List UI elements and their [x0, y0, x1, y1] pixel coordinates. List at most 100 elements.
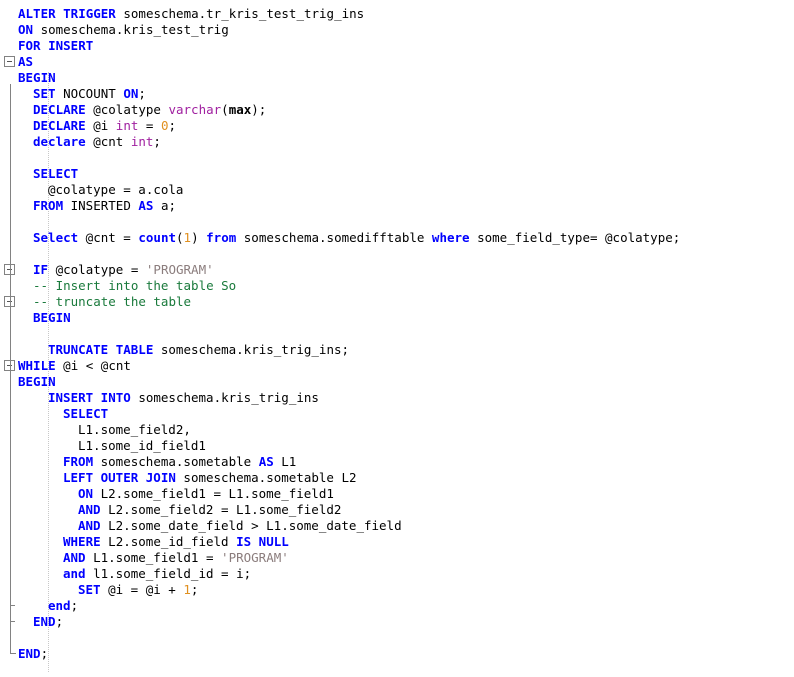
- code-line[interactable]: SELECT: [18, 406, 794, 422]
- code-line[interactable]: DECLARE @i int = 0;: [18, 118, 794, 134]
- code-line[interactable]: @colatype = a.cola: [18, 182, 794, 198]
- code-token-kw: AS: [18, 54, 34, 69]
- code-token-pln: someschema.tr_kris_test_trig_ins: [115, 6, 365, 21]
- code-token-str: 'PROGRAM': [145, 262, 214, 277]
- code-token-cmt: -- truncate the table: [33, 294, 192, 309]
- code-token-kw: ON: [123, 86, 139, 101]
- code-line[interactable]: [18, 214, 794, 230]
- code-token-pln: @colatype = a.cola: [48, 182, 184, 197]
- code-line[interactable]: SET @i = @i + 1;: [18, 582, 794, 598]
- code-token-kw: AS: [258, 454, 274, 469]
- code-line[interactable]: WHERE L2.some_id_field IS NULL: [18, 534, 794, 550]
- code-line[interactable]: -- Insert into the table So: [18, 278, 794, 294]
- code-token-kw: AND: [78, 518, 101, 533]
- code-token-pln: ;: [138, 86, 146, 101]
- code-line[interactable]: SET NOCOUNT ON;: [18, 86, 794, 102]
- code-line[interactable]: and l1.some_field_id = i;: [18, 566, 794, 582]
- code-line[interactable]: ALTER TRIGGER someschema.tr_kris_test_tr…: [18, 6, 794, 22]
- code-line[interactable]: L1.some_field2,: [18, 422, 794, 438]
- code-line[interactable]: SELECT: [18, 166, 794, 182]
- fold-margin[interactable]: [0, 0, 18, 671]
- code-line[interactable]: ON someschema.kris_test_trig: [18, 22, 794, 38]
- code-token-kw: AND: [78, 502, 101, 517]
- code-line[interactable]: BEGIN: [18, 310, 794, 326]
- code-token-pln: a;: [153, 198, 177, 213]
- code-token-pln: someschema.sometable L2: [175, 470, 357, 485]
- code-token-typ: varchar: [168, 102, 222, 117]
- code-token-kw: end: [48, 598, 71, 613]
- fold-collapse-icon[interactable]: [4, 56, 15, 67]
- code-token-pln: someschema.kris_trig_ins: [130, 390, 319, 405]
- code-line[interactable]: -- truncate the table: [18, 294, 794, 310]
- code-token-pln: L1: [273, 454, 297, 469]
- code-token-kw: END: [18, 646, 41, 661]
- code-token-kw: SELECT: [63, 406, 109, 421]
- code-line[interactable]: END;: [18, 646, 794, 662]
- code-line[interactable]: [18, 150, 794, 166]
- code-token-pln: ;: [153, 134, 161, 149]
- code-token-pln: @i: [85, 118, 116, 133]
- code-token-pln: ;: [190, 582, 199, 597]
- code-token-kw: from: [206, 230, 237, 245]
- code-line[interactable]: AS: [18, 54, 794, 70]
- code-token-kw: declare: [33, 134, 86, 149]
- code-token-pln: L1.some_field1 =: [85, 550, 222, 565]
- code-token-pln: someschema.kris_test_trig: [33, 22, 229, 37]
- code-token-pln: someschema.kris_trig_ins;: [153, 342, 350, 357]
- code-token-kw: LEFT OUTER JOIN: [63, 470, 176, 485]
- code-line[interactable]: BEGIN: [18, 374, 794, 390]
- code-token-pln: L2.some_field1 = L1.some_field1: [93, 486, 334, 501]
- code-line[interactable]: L1.some_id_field1: [18, 438, 794, 454]
- code-line[interactable]: AND L1.some_field1 = 'PROGRAM': [18, 550, 794, 566]
- code-token-kw: FROM: [33, 198, 64, 213]
- code-line[interactable]: Select @cnt = count(1) from someschema.s…: [18, 230, 794, 246]
- code-line[interactable]: WHILE @i < @cnt: [18, 358, 794, 374]
- sql-code-editor[interactable]: ALTER TRIGGER someschema.tr_kris_test_tr…: [0, 0, 794, 672]
- code-token-kw: BEGIN: [33, 310, 71, 325]
- code-token-pln: =: [138, 118, 161, 133]
- code-line[interactable]: DECLARE @colatype varchar(max);: [18, 102, 794, 118]
- code-line[interactable]: END;: [18, 614, 794, 630]
- code-token-cmt: -- Insert into the table So: [33, 278, 237, 293]
- code-line[interactable]: FROM INSERTED AS a;: [18, 198, 794, 214]
- code-token-pln: NOCOUNT: [55, 86, 124, 101]
- code-token-pln: @i < @cnt: [55, 358, 131, 373]
- code-token-kw: SET: [33, 86, 56, 101]
- code-token-pln: ;: [70, 598, 79, 613]
- code-line[interactable]: AND L2.some_date_field > L1.some_date_fi…: [18, 518, 794, 534]
- code-token-pln: ): [191, 230, 207, 245]
- code-line[interactable]: FOR INSERT: [18, 38, 794, 54]
- code-line[interactable]: [18, 326, 794, 342]
- code-token-typ: int: [130, 134, 154, 149]
- code-line[interactable]: LEFT OUTER JOIN someschema.sometable L2: [18, 470, 794, 486]
- code-token-kw: INSERT INTO: [48, 390, 131, 405]
- code-line[interactable]: ON L2.some_field1 = L1.some_field1: [18, 486, 794, 502]
- code-line[interactable]: FROM someschema.sometable AS L1: [18, 454, 794, 470]
- code-token-pln: INSERTED: [63, 198, 139, 213]
- code-line[interactable]: declare @cnt int;: [18, 134, 794, 150]
- code-line[interactable]: IF @colatype = 'PROGRAM': [18, 262, 794, 278]
- code-token-pln: @colatype: [85, 102, 169, 117]
- code-line[interactable]: [18, 246, 794, 262]
- code-token-kw: FROM: [63, 454, 94, 469]
- code-area[interactable]: ALTER TRIGGER someschema.tr_kris_test_tr…: [18, 0, 794, 677]
- code-line[interactable]: end;: [18, 598, 794, 614]
- code-line[interactable]: BEGIN: [18, 70, 794, 86]
- fold-spine: [10, 84, 11, 654]
- code-line[interactable]: AND L2.some_field2 = L1.some_field2: [18, 502, 794, 518]
- code-token-pln: (: [176, 230, 184, 245]
- code-token-pln: l1.some_field_id = i;: [85, 566, 252, 581]
- code-token-kw: DECLARE: [33, 102, 86, 117]
- code-token-pln: L2.some_field2 = L1.some_field2: [100, 502, 342, 517]
- code-token-num: 1: [183, 230, 192, 245]
- code-token-pln: @cnt: [85, 134, 131, 149]
- code-line[interactable]: TRUNCATE TABLE someschema.kris_trig_ins;: [18, 342, 794, 358]
- code-token-pln: ;: [168, 118, 177, 133]
- code-token-kw: ON: [78, 486, 94, 501]
- code-token-kw: END: [33, 614, 56, 629]
- code-token-kw: BEGIN: [18, 374, 56, 389]
- code-line[interactable]: [18, 630, 794, 646]
- code-token-pln: L2.some_id_field: [100, 534, 237, 549]
- code-token-kw: IS NULL: [236, 534, 289, 549]
- code-line[interactable]: INSERT INTO someschema.kris_trig_ins: [18, 390, 794, 406]
